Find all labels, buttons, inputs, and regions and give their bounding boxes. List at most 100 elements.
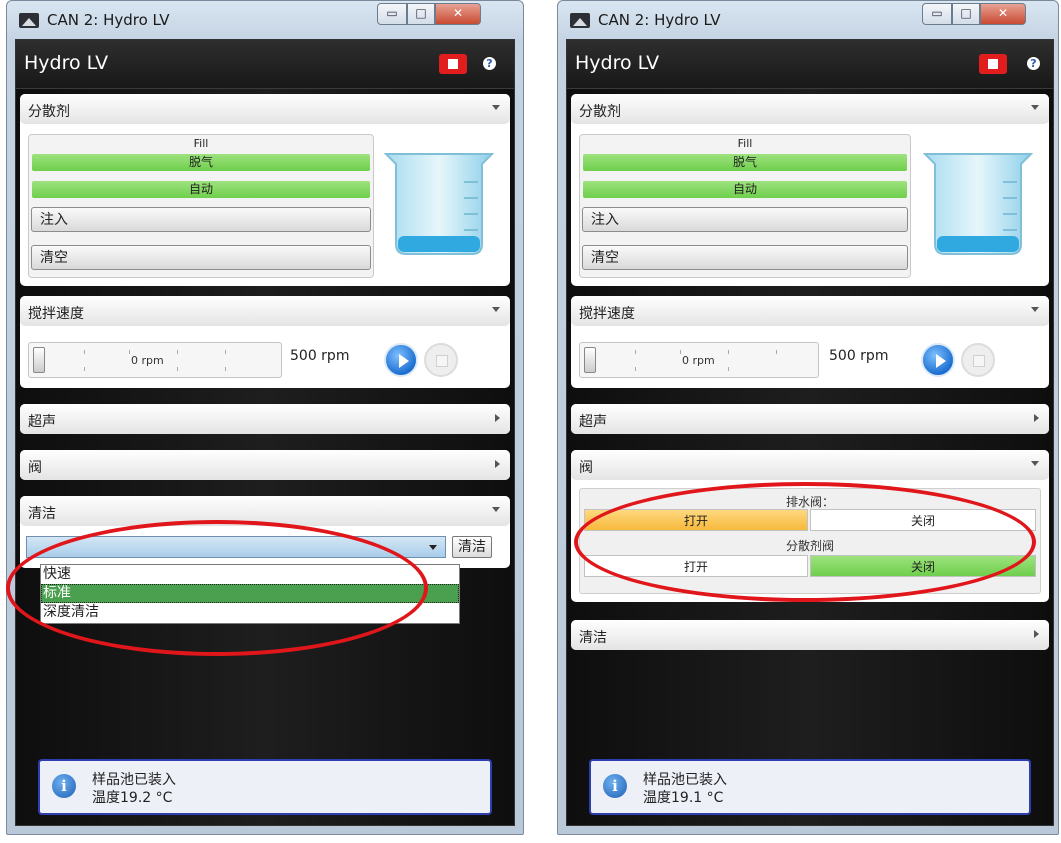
stirrer-speed-value: 500 rpm — [829, 348, 889, 364]
collapse-arrow-icon[interactable] — [1031, 105, 1039, 110]
window-title: CAN 2: Hydro LV — [598, 11, 721, 29]
valves-panel: 阀 — [20, 450, 510, 480]
slider-tick — [635, 350, 636, 354]
start-stirrer-button[interactable] — [921, 343, 955, 377]
fill-label: Fill — [737, 137, 753, 150]
slider-tick — [129, 350, 130, 354]
stirrer-header[interactable]: 搅拌速度 — [571, 296, 1049, 326]
ultrasound-header[interactable]: 超声 — [571, 404, 1049, 434]
empty-button[interactable]: 清空 — [582, 245, 908, 270]
stirrer-label: 搅拌速度 — [579, 306, 635, 322]
info-icon: i — [603, 774, 627, 798]
ultrasound-panel: 超声 — [20, 404, 510, 434]
clean-header[interactable]: 清洁 — [571, 620, 1049, 650]
fill-label: Fill — [193, 137, 209, 150]
left-window: CAN 2: Hydro LV ▭ □ ✕ Hydro LV ? 分散剂 Fil… — [6, 0, 524, 835]
status-temperature: 温度19.2 °C — [92, 790, 173, 806]
minimize-button[interactable]: ▭ — [377, 3, 407, 25]
slider-min-label: 0 rpm — [682, 354, 715, 367]
clean-label: 清洁 — [28, 506, 56, 522]
collapse-arrow-icon[interactable] — [492, 507, 500, 512]
maximize-button[interactable]: □ — [952, 3, 980, 25]
help-icon[interactable]: ? — [1027, 57, 1040, 70]
dispersant-header[interactable]: 分散剂 — [571, 94, 1049, 124]
slider-handle[interactable] — [33, 347, 45, 373]
close-button[interactable]: ✕ — [980, 3, 1026, 25]
stop-measurement-button[interactable] — [979, 54, 1007, 74]
stirrer-speed-value: 500 rpm — [290, 348, 350, 364]
window-title: CAN 2: Hydro LV — [47, 11, 170, 29]
collapse-arrow-icon[interactable] — [1031, 307, 1039, 312]
app-title: Hydro LV — [575, 52, 660, 74]
stirrer-header[interactable]: 搅拌速度 — [20, 296, 510, 326]
slider-tick — [177, 350, 178, 354]
slider-tick — [776, 350, 777, 354]
ultrasound-panel: 超声 — [571, 404, 1049, 434]
ultrasound-label: 超声 — [579, 414, 607, 430]
stop-stirrer-button — [961, 343, 995, 377]
right-app-body: Hydro LV ? 分散剂 Fill 脱气 自动 注入 清空 搅拌速度 0 r… — [566, 39, 1054, 826]
right-titlebar: CAN 2: Hydro LV ▭ □ ✕ — [558, 1, 1058, 39]
annotation-ellipse-right — [574, 482, 1036, 602]
fill-controls: Fill 脱气 自动 注入 清空 — [579, 134, 911, 278]
degas-toggle[interactable]: 脱气 — [32, 154, 370, 171]
app-icon — [19, 13, 39, 28]
status-bar: i 样品池已装入 温度19.2 °C — [38, 759, 492, 815]
expand-arrow-icon[interactable] — [1034, 414, 1039, 422]
expand-arrow-icon[interactable] — [495, 460, 500, 468]
valves-header[interactable]: 阀 — [571, 450, 1049, 480]
left-app-body: Hydro LV ? 分散剂 Fill 脱气 自动 注入 清空 搅拌速度 0 r… — [15, 39, 515, 826]
slider-tick — [84, 367, 85, 371]
valves-label: 阀 — [579, 460, 593, 476]
collapse-arrow-icon[interactable] — [1031, 461, 1039, 466]
valves-header[interactable]: 阀 — [20, 450, 510, 480]
clean-button[interactable]: 清洁 — [452, 536, 492, 558]
clean-label: 清洁 — [579, 630, 607, 646]
valves-label: 阀 — [28, 460, 42, 476]
clean-panel: 清洁 — [571, 620, 1049, 650]
stirrer-speed-slider[interactable]: 0 rpm — [28, 342, 282, 378]
expand-arrow-icon[interactable] — [495, 414, 500, 422]
slider-min-label: 0 rpm — [131, 354, 164, 367]
maximize-button[interactable]: □ — [407, 3, 435, 25]
degas-toggle[interactable]: 脱气 — [583, 154, 907, 171]
minimize-button[interactable]: ▭ — [922, 3, 952, 25]
close-button[interactable]: ✕ — [435, 3, 481, 25]
dispersant-label: 分散剂 — [579, 104, 621, 120]
status-line-1: 样品池已装入 — [643, 772, 727, 788]
collapse-arrow-icon[interactable] — [492, 105, 500, 110]
status-temperature: 温度19.1 °C — [643, 790, 724, 806]
beaker-icon — [923, 153, 1033, 255]
fill-button[interactable]: 注入 — [582, 207, 908, 232]
slider-tick — [728, 350, 729, 354]
ultrasound-header[interactable]: 超声 — [20, 404, 510, 434]
stirrer-speed-slider[interactable]: 0 rpm — [579, 342, 819, 378]
auto-toggle[interactable]: 自动 — [32, 181, 370, 198]
help-icon[interactable]: ? — [483, 57, 496, 70]
collapse-arrow-icon[interactable] — [492, 307, 500, 312]
stop-stirrer-button — [424, 343, 458, 377]
app-header: Hydro LV ? — [567, 40, 1053, 89]
expand-arrow-icon[interactable] — [1034, 630, 1039, 638]
dispersant-panel: 分散剂 Fill 脱气 自动 注入 清空 — [571, 94, 1049, 286]
status-bar: i 样品池已装入 温度19.1 °C — [589, 759, 1031, 815]
empty-button[interactable]: 清空 — [31, 245, 371, 270]
dispersant-label: 分散剂 — [28, 104, 70, 120]
info-icon: i — [52, 774, 76, 798]
auto-toggle[interactable]: 自动 — [583, 181, 907, 198]
fill-button[interactable]: 注入 — [31, 207, 371, 232]
beaker-icon — [384, 153, 494, 255]
slider-handle[interactable] — [584, 347, 596, 373]
slider-tick — [225, 350, 226, 354]
stop-measurement-button[interactable] — [439, 54, 467, 74]
slider-tick — [728, 367, 729, 371]
status-line-1: 样品池已装入 — [92, 772, 176, 788]
app-header: Hydro LV ? — [16, 40, 514, 89]
dispersant-panel: 分散剂 Fill 脱气 自动 注入 清空 — [20, 94, 510, 286]
right-window: CAN 2: Hydro LV ▭ □ ✕ Hydro LV ? 分散剂 Fil… — [557, 0, 1059, 835]
start-stirrer-button[interactable] — [384, 343, 418, 377]
annotation-ellipse-left — [6, 520, 428, 656]
stirrer-panel: 搅拌速度 0 rpm 500 rpm — [20, 296, 510, 388]
ultrasound-label: 超声 — [28, 414, 56, 430]
dispersant-header[interactable]: 分散剂 — [20, 94, 510, 124]
